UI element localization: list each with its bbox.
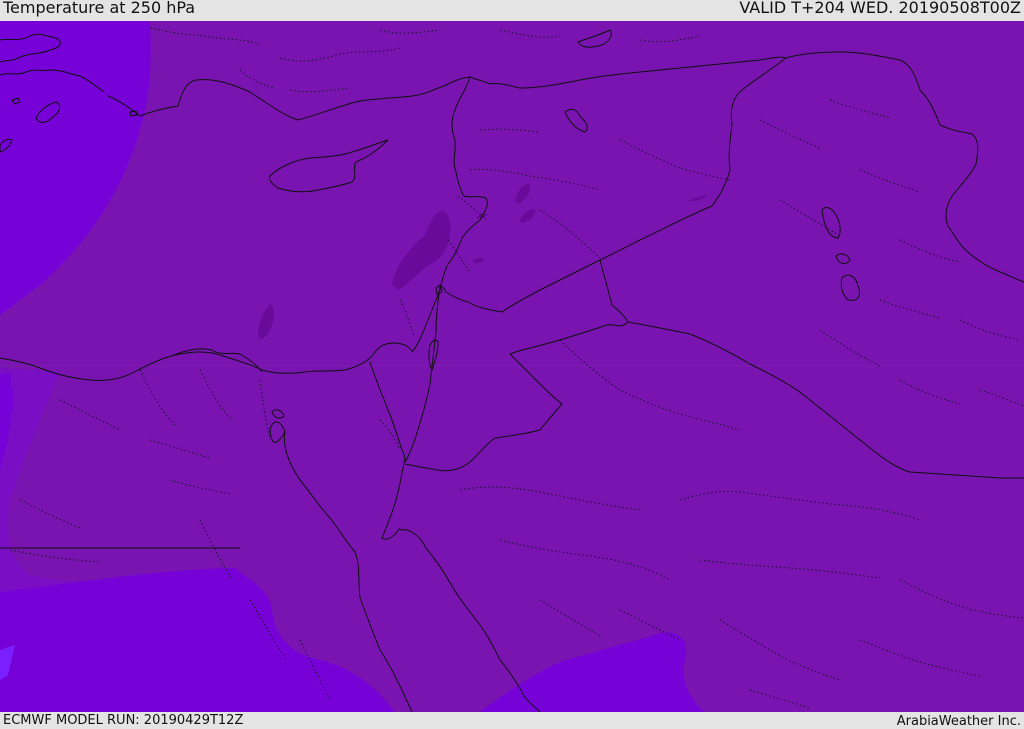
map-canvas[interactable] bbox=[0, 21, 1024, 712]
header-bar: Temperature at 250 hPa VALID T+204 WED. … bbox=[0, 0, 1024, 21]
weather-map-page: Temperature at 250 hPa VALID T+204 WED. … bbox=[0, 0, 1024, 729]
footer-bar: ECMWF MODEL RUN: 20190429T12Z ArabiaWeat… bbox=[0, 712, 1024, 729]
credit-label: ArabiaWeather Inc. bbox=[896, 714, 1021, 729]
map-title: Temperature at 250 hPa bbox=[3, 0, 196, 17]
model-run-label: ECMWF MODEL RUN: 20190429T12Z bbox=[3, 713, 244, 728]
map-svg[interactable] bbox=[0, 21, 1024, 712]
valid-time: VALID T+204 WED. 20190508T00Z bbox=[739, 0, 1021, 17]
